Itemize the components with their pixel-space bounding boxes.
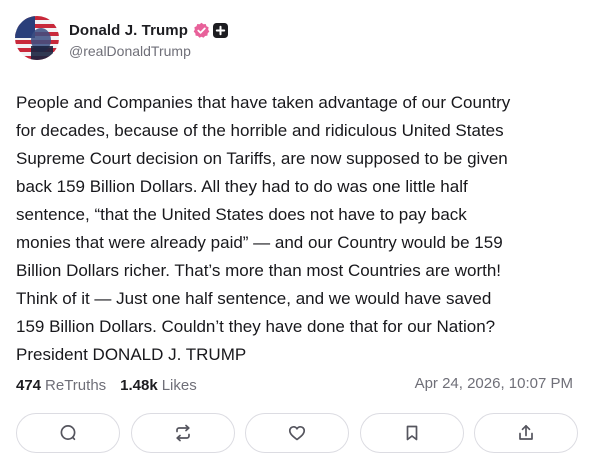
heart-icon	[287, 423, 307, 443]
retruths-label: ReTruths	[45, 376, 107, 394]
post-body: People and Companies that have taken adv…	[16, 89, 586, 369]
bookmark-icon	[402, 423, 422, 443]
like-button[interactable]	[245, 413, 349, 453]
post-text-line: Supreme Court decision on Tariffs, are n…	[16, 149, 508, 168]
post-text-line: Billion Dollars richer. That’s more than…	[16, 261, 502, 280]
post-text-line: sentence, “that the United States does n…	[16, 205, 467, 224]
author-handle[interactable]: @realDonaldTrump	[69, 43, 191, 59]
post-text-line: back 159 Billion Dollars. All they had t…	[16, 177, 468, 196]
share-button[interactable]	[474, 413, 578, 453]
share-icon	[516, 423, 536, 443]
likes-count: 1.48k	[120, 376, 158, 394]
bookmark-button[interactable]	[359, 413, 464, 453]
likes-stat[interactable]: 1.48k Likes	[120, 377, 197, 394]
post-text-line: Think of it — Just one half sentence, an…	[16, 289, 492, 308]
post-text-line: People and Companies that have taken adv…	[16, 93, 511, 112]
author-name-row: Donald J. Trump	[69, 20, 229, 40]
post-text-line: monies that were already paid” — and our…	[16, 233, 503, 252]
avatar[interactable]	[15, 16, 59, 60]
action-bar	[16, 413, 578, 455]
retruths-stat[interactable]: 474 ReTruths	[16, 377, 106, 394]
reply-button[interactable]	[16, 413, 120, 453]
likes-label: Likes	[161, 376, 197, 394]
author-display-name[interactable]: Donald J. Trump	[69, 22, 188, 39]
post-text-line: President DONALD J. TRUMP	[16, 345, 247, 364]
post-text-line: for decades, because of the horrible and…	[16, 121, 504, 140]
retruth-button[interactable]	[130, 413, 235, 453]
post-text-line: 159 Billion Dollars. Couldn’t they have …	[16, 317, 496, 336]
verified-check-icon	[193, 22, 210, 39]
retruth-icon	[173, 423, 193, 443]
post-card: Donald J. Trump @realDonaldTrump People …	[0, 0, 596, 470]
comment-icon	[58, 423, 78, 443]
post-timestamp[interactable]: Apr 24, 2026, 10:07 PM	[415, 375, 573, 392]
retruths-count: 474	[16, 376, 42, 394]
post-stats: 474 ReTruths 1.48k Likes Apr 24, 2026, 1…	[16, 375, 576, 395]
plus-badge-icon	[213, 22, 229, 38]
